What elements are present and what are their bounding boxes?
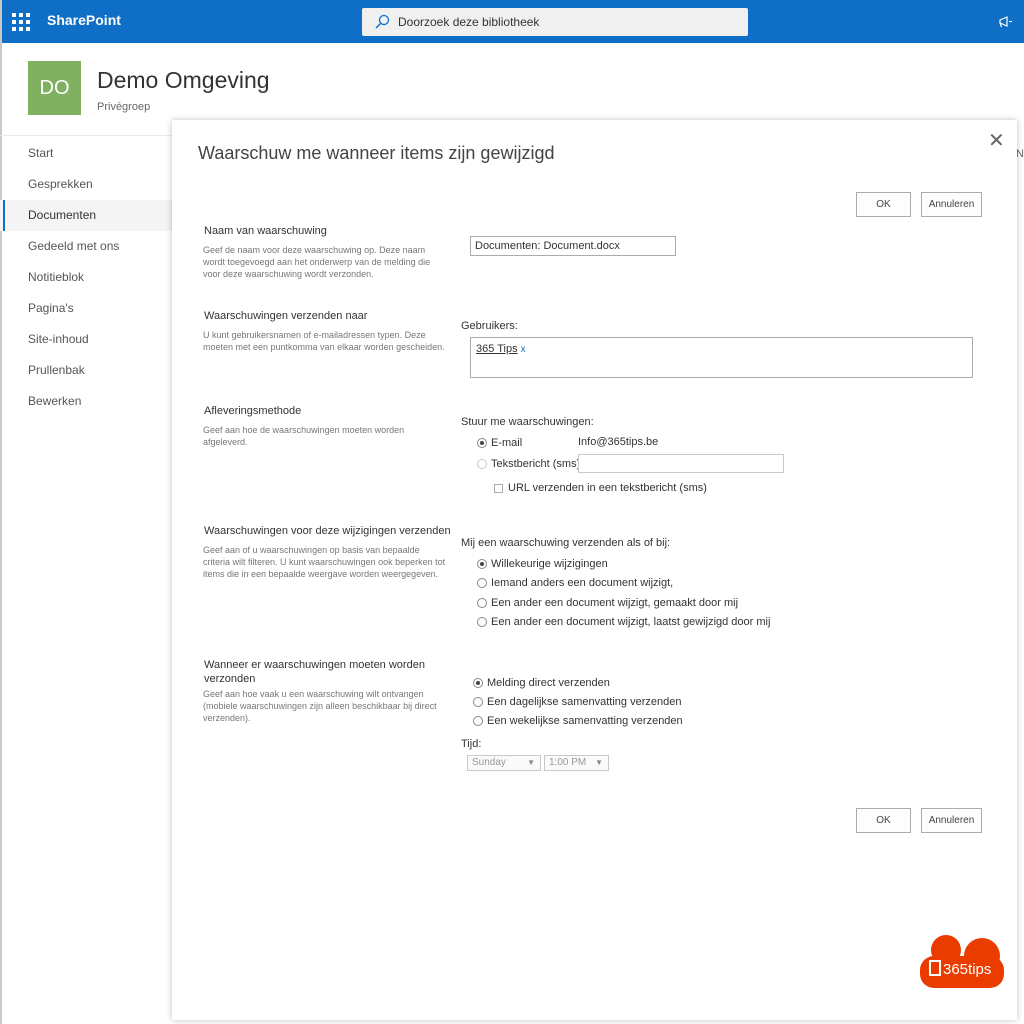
nav-item-site-inhoud[interactable]: Site-inhoud xyxy=(0,324,172,355)
radio-someone-else-indicator[interactable] xyxy=(477,578,487,588)
cancel-button-top[interactable]: Annuleren xyxy=(921,192,982,217)
checkbox-url-sms-label: URL verzenden in een tekstbericht (sms) xyxy=(508,482,707,494)
nav-item-gedeeld-met-ons[interactable]: Gedeeld met ons xyxy=(0,231,172,262)
app-launcher-icon[interactable] xyxy=(12,13,30,31)
radio-daily-indicator[interactable] xyxy=(473,697,483,707)
watermark-text: 365tips xyxy=(943,961,991,978)
background-cut-text: Ne xyxy=(1016,148,1024,160)
radio-created-by-me-label: Een ander een document wijzigt, gemaakt … xyxy=(491,597,739,609)
when-description: Geef aan hoe vaak u een waarschuwing wil… xyxy=(203,689,437,723)
nav-item-paginas[interactable]: Pagina's xyxy=(0,293,172,324)
radio-email-indicator[interactable] xyxy=(477,438,487,448)
radio-someone-else-changes[interactable]: Iemand anders een document wijzigt, xyxy=(477,577,673,589)
chevron-down-icon: ▼ xyxy=(595,758,603,767)
site-privacy-label: Privégroep xyxy=(97,101,151,113)
radio-any-change-indicator[interactable] xyxy=(477,559,487,569)
radio-sms-label: Tekstbericht (sms) xyxy=(491,458,581,470)
radio-immediate-indicator[interactable] xyxy=(473,678,483,688)
radio-modified-by-me[interactable]: Een ander een document wijzigt, laatst g… xyxy=(477,616,770,628)
left-navigation: Start Gesprekken Documenten Gedeeld met … xyxy=(0,138,172,417)
radio-someone-else-label: Iemand anders een document wijzigt, xyxy=(491,577,674,589)
chevron-down-icon: ▼ xyxy=(527,758,535,767)
nav-item-start[interactable]: Start xyxy=(0,138,172,169)
day-select[interactable]: Sunday ▼ xyxy=(467,755,541,771)
alert-dialog: Waarschuw me wanneer items zijn gewijzig… xyxy=(172,120,1017,1020)
radio-sms[interactable]: Tekstbericht (sms) xyxy=(477,458,580,470)
sms-number-input[interactable] xyxy=(578,454,784,473)
dialog-title: Waarschuw me wanneer items zijn gewijzig… xyxy=(198,143,555,163)
email-address: Info@365tips.be xyxy=(578,436,659,448)
brand-watermark: 365tips xyxy=(918,930,1008,990)
alert-name-input[interactable] xyxy=(470,236,676,256)
radio-modified-by-me-indicator[interactable] xyxy=(477,617,487,627)
checkbox-url-sms-box[interactable] xyxy=(494,483,503,493)
when-heading: Wanneer er waarschuwingen moeten worden … xyxy=(204,659,425,685)
megaphone-icon[interactable] xyxy=(998,15,1014,29)
radio-any-change-label: Willekeurige wijzigingen xyxy=(491,558,608,570)
users-label: Gebruikers: xyxy=(461,320,518,332)
search-box[interactable]: Doorzoek deze bibliotheek xyxy=(362,8,748,36)
search-input[interactable]: Doorzoek deze bibliotheek xyxy=(398,15,539,29)
radio-immediate-label: Melding direct verzenden xyxy=(487,677,610,689)
radio-weekly-label: Een wekelijkse samenvatting verzenden xyxy=(487,715,683,727)
alert-name-description: Geef de naam voor deze waarschuwing op. … xyxy=(203,245,431,279)
cloud-logo-icon: 365tips xyxy=(920,935,1004,988)
radio-weekly[interactable]: Een wekelijkse samenvatting verzenden xyxy=(473,715,683,727)
ok-button-bottom[interactable]: OK xyxy=(856,808,911,833)
delivery-description: Geef aan hoe de waarschuwingen moeten wo… xyxy=(203,425,405,447)
day-select-value: Sunday xyxy=(472,757,506,768)
radio-sms-indicator[interactable] xyxy=(477,459,487,469)
cancel-button-bottom[interactable]: Annuleren xyxy=(921,808,982,833)
delivery-heading: Afleveringsmethode xyxy=(204,405,302,417)
time-label: Tijd: xyxy=(461,738,482,750)
time-select-value: 1:00 PM xyxy=(549,757,587,768)
remove-user-button[interactable]: x xyxy=(521,344,526,355)
changes-description: Geef aan of u waarschuwingen op basis va… xyxy=(203,545,446,579)
radio-immediate[interactable]: Melding direct verzenden xyxy=(473,677,610,689)
user-token[interactable]: 365 Tips xyxy=(476,343,518,355)
changes-prompt: Mij een waarschuwing verzenden als of bi… xyxy=(461,537,671,549)
send-to-description: U kunt gebruikersnamen of e-mailadressen… xyxy=(203,330,445,352)
nav-item-notitieblok[interactable]: Notitieblok xyxy=(0,262,172,293)
radio-weekly-indicator[interactable] xyxy=(473,716,483,726)
radio-daily-label: Een dagelijkse samenvatting verzenden xyxy=(487,696,682,708)
nav-item-gesprekken[interactable]: Gesprekken xyxy=(0,169,172,200)
suite-bar: SharePoint Doorzoek deze bibliotheek xyxy=(0,0,1024,43)
send-to-heading: Waarschuwingen verzenden naar xyxy=(204,310,368,322)
nav-item-bewerken[interactable]: Bewerken xyxy=(0,386,172,417)
search-icon xyxy=(375,14,390,29)
header-divider xyxy=(0,135,172,136)
radio-email-label: E-mail xyxy=(491,437,523,449)
sharepoint-brand-link[interactable]: SharePoint xyxy=(47,12,121,28)
time-select[interactable]: 1:00 PM ▼ xyxy=(544,755,609,771)
radio-daily[interactable]: Een dagelijkse samenvatting verzenden xyxy=(473,696,681,708)
radio-email[interactable]: E-mail xyxy=(477,437,522,449)
ok-button-top[interactable]: OK xyxy=(856,192,911,217)
radio-created-by-me-indicator[interactable] xyxy=(477,598,487,608)
delivery-prompt: Stuur me waarschuwingen: xyxy=(461,416,594,428)
alert-name-heading: Naam van waarschuwing xyxy=(204,225,327,237)
nav-item-prullenbak[interactable]: Prullenbak xyxy=(0,355,172,386)
site-title[interactable]: Demo Omgeving xyxy=(97,67,270,94)
radio-created-by-me[interactable]: Een ander een document wijzigt, gemaakt … xyxy=(477,597,738,609)
close-icon[interactable]: ✕ xyxy=(988,131,1005,151)
radio-any-change[interactable]: Willekeurige wijzigingen xyxy=(477,558,608,570)
radio-modified-by-me-label: Een ander een document wijzigt, laatst g… xyxy=(491,616,771,628)
users-field[interactable]: 365 Tips x xyxy=(470,337,973,378)
changes-heading: Waarschuwingen voor deze wijzigingen ver… xyxy=(204,525,451,537)
site-logo[interactable]: DO xyxy=(28,61,81,115)
nav-item-documenten[interactable]: Documenten xyxy=(0,200,172,231)
checkbox-url-sms[interactable]: URL verzenden in een tekstbericht (sms) xyxy=(494,482,707,494)
